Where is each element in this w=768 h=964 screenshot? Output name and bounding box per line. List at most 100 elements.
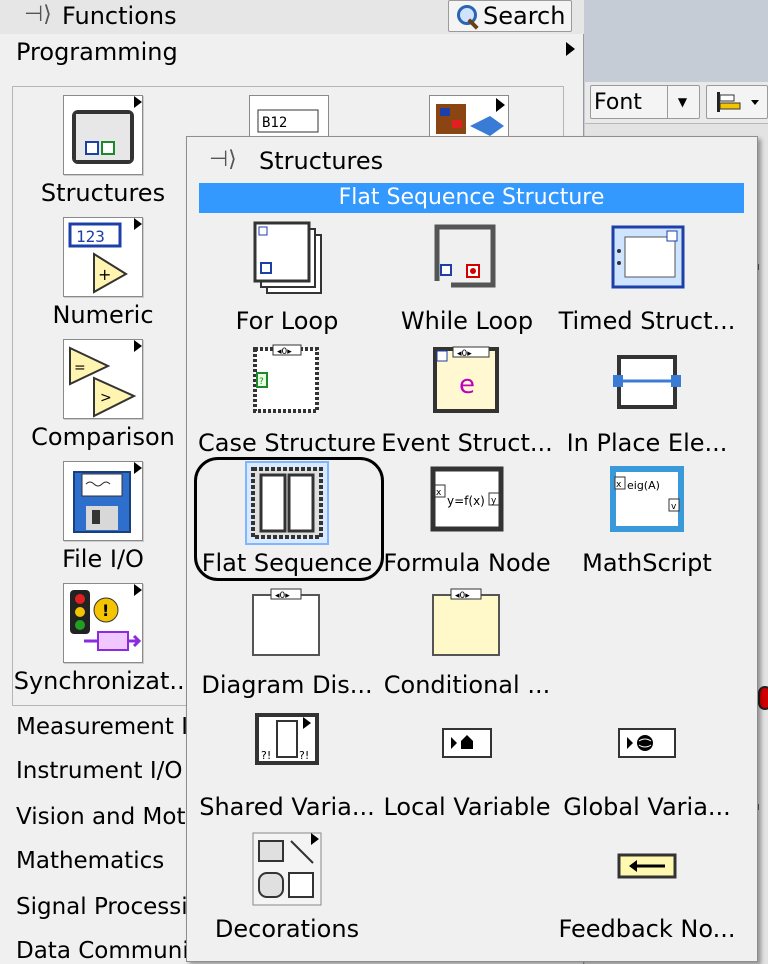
category-data-communication[interactable]: Data Communi	[16, 938, 189, 964]
conditional-disable-icon: ◂0▸	[427, 585, 507, 665]
palette-item-arrays[interactable]: B12	[249, 95, 329, 139]
svg-text:?!: ?!	[299, 749, 309, 762]
structure-item-while-loop[interactable]: While Loop	[377, 221, 557, 335]
array-icon: B12	[257, 109, 319, 133]
structure-item-label: In Place Ele...	[566, 429, 728, 457]
category-measurement-io[interactable]: Measurement I	[16, 714, 188, 740]
structure-item-timed-structure[interactable]: Timed Struct...	[557, 221, 737, 335]
functions-title: Functions	[62, 2, 177, 30]
pin-icon[interactable]: ⊣⟩	[24, 2, 52, 27]
structure-item-mathscript[interactable]: x eig(A) v MathScript	[557, 463, 737, 577]
structure-item-diagram-disable[interactable]: ◂0▸ Diagram Dis...	[197, 585, 377, 699]
structure-item-for-loop[interactable]: For Loop	[197, 221, 377, 335]
structure-item-label: Shared Varia...	[199, 793, 375, 821]
structure-item-label: Timed Struct...	[558, 307, 736, 335]
structures-icon	[63, 95, 143, 175]
category-vision-motion[interactable]: Vision and Mot	[16, 804, 185, 830]
svg-text:+: +	[98, 265, 111, 284]
programming-label: Programming	[16, 38, 178, 66]
svg-text:◂0▸: ◂0▸	[275, 591, 290, 601]
flat-sequence-icon	[245, 461, 329, 545]
structure-item-label: Event Struct...	[381, 429, 553, 457]
svg-text:x: x	[436, 488, 442, 498]
palette-item-synchronization[interactable]: ! Synchronizat...	[13, 583, 193, 695]
timed-structure-icon	[607, 221, 687, 301]
structure-item-decorations[interactable]: Decorations	[197, 829, 377, 943]
submenu-arrow-icon	[496, 98, 505, 112]
palette-item-file-io[interactable]: File I/O	[13, 461, 193, 573]
svg-text:eig(A): eig(A)	[627, 479, 660, 492]
chevron-down-icon: ▼	[667, 86, 697, 118]
structure-item-label: MathScript	[582, 549, 712, 577]
structure-item-label: While Loop	[400, 307, 534, 335]
item-tooltip-bar: Flat Sequence Structure	[199, 183, 744, 213]
svg-text:=: =	[74, 360, 86, 376]
diagram-terminal	[758, 686, 768, 710]
programming-category[interactable]: Programming	[0, 34, 584, 74]
submenu-arrow-icon	[134, 584, 142, 596]
structure-item-label: Local Variable	[383, 793, 551, 821]
decorations-icon	[247, 829, 327, 909]
structure-item-label: Case Structure	[197, 429, 376, 457]
align-objects-button[interactable]	[706, 85, 768, 119]
svg-text:!: !	[102, 601, 109, 620]
category-signal-processing[interactable]: Signal Processi	[16, 894, 188, 920]
comparison-icon: = >	[63, 339, 143, 419]
formula-node-icon: x y y=f(x)	[427, 463, 507, 543]
structure-item-feedback-node[interactable]: Feedback No...	[557, 829, 737, 943]
structure-item-label: Conditional ...	[383, 671, 551, 699]
svg-text:◂0▸: ◂0▸	[457, 349, 472, 359]
structure-item-label: Feedback No...	[558, 915, 736, 943]
for-loop-icon	[247, 221, 327, 301]
submenu-arrow-icon	[134, 340, 142, 352]
structure-item-case-structure[interactable]: ◂0▸? Case Structure	[197, 343, 377, 457]
search-icon	[449, 1, 483, 31]
event-structure-icon: ◂0▸ e	[427, 343, 507, 423]
search-button[interactable]: Search	[448, 0, 572, 32]
synchronization-icon: !	[63, 583, 143, 663]
structure-item-in-place-element[interactable]: In Place Ele...	[557, 343, 737, 457]
global-variable-icon	[607, 707, 687, 787]
structure-item-global-variable[interactable]: Global Varia...	[557, 707, 737, 821]
svg-text:123: 123	[76, 227, 105, 246]
structure-item-conditional-disable[interactable]: ◂0▸ Conditional ...	[377, 585, 557, 699]
functions-header: ⊣⟩ Functions Search	[0, 0, 584, 34]
feedback-node-icon	[607, 829, 687, 909]
submenu-arrow-icon	[134, 96, 142, 108]
font-dropdown[interactable]: Font ▼	[590, 85, 700, 119]
pin-icon[interactable]: ⊣⟩	[209, 147, 237, 172]
floppy-disk-icon	[63, 461, 143, 541]
structure-item-flat-sequence[interactable]: Flat Sequence	[197, 461, 377, 577]
palette-item-comparison[interactable]: = > Comparison	[13, 339, 193, 451]
svg-text:y=f(x): y=f(x)	[447, 494, 485, 508]
palette-item-numeric[interactable]: 123 + Numeric	[13, 217, 193, 329]
structure-item-label: Flat Sequence	[201, 549, 373, 577]
palette-item-label: File I/O	[62, 545, 144, 573]
category-instrument-io[interactable]: Instrument I/O	[16, 758, 183, 784]
category-mathematics[interactable]: Mathematics	[16, 848, 164, 874]
svg-text:?: ?	[259, 377, 264, 387]
while-loop-icon	[427, 221, 507, 301]
structure-item-local-variable[interactable]: Local Variable	[377, 707, 557, 821]
structure-item-event-structure[interactable]: ◂0▸ e Event Struct...	[377, 343, 557, 457]
palette-item-label: Synchronizat...	[13, 667, 193, 695]
submenu-arrow-icon	[134, 462, 142, 474]
shared-variable-icon: ?!?!	[247, 707, 327, 787]
submenu-arrow-icon	[566, 42, 575, 56]
svg-text:◂0▸: ◂0▸	[455, 591, 470, 601]
search-label: Search	[483, 2, 566, 30]
structures-header: ⊣⟩ Structures	[187, 137, 757, 183]
diagram-disable-icon: ◂0▸	[247, 585, 327, 665]
svg-text:?!: ?!	[261, 749, 271, 762]
structure-item-formula-node[interactable]: x y y=f(x) Formula Node	[377, 463, 557, 577]
font-label: Font	[594, 89, 642, 115]
svg-text:e: e	[459, 370, 475, 400]
palette-item-structures[interactable]: Structures	[13, 95, 193, 207]
palette-item-label: Structures	[40, 179, 166, 207]
submenu-arrow-icon	[134, 218, 142, 230]
mathscript-icon: x eig(A) v	[607, 463, 687, 543]
palette-item-cluster[interactable]	[429, 95, 509, 139]
structure-item-shared-variable[interactable]: ?!?! Shared Varia...	[197, 707, 377, 821]
case-structure-icon: ◂0▸?	[247, 343, 327, 423]
structure-item-label: For Loop	[235, 307, 339, 335]
